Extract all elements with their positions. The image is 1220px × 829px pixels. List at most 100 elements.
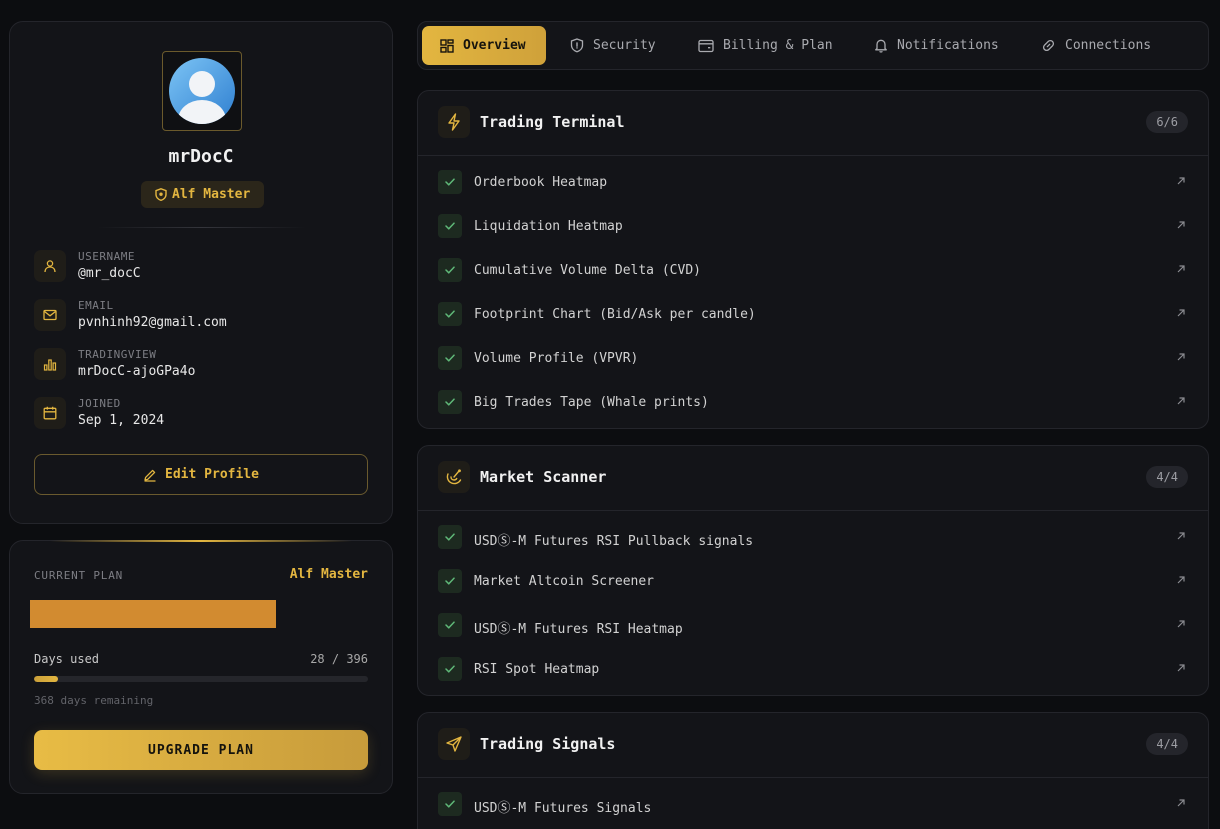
plan-banner [30, 600, 276, 628]
check-icon [438, 258, 462, 282]
external-link-icon[interactable] [1176, 352, 1186, 362]
avatar[interactable] [162, 51, 242, 131]
feature-row[interactable]: Footprint Chart (Bid/Ask per candle) [418, 288, 1208, 332]
section-count: 6/6 [1146, 111, 1188, 133]
info-value: Sep 1, 2024 [78, 413, 165, 428]
tab-label: Connections [1065, 38, 1152, 53]
days-progress-track [34, 676, 368, 682]
info-value: mrDocC-ajoGPa4o [78, 364, 196, 379]
lightning-icon [438, 106, 470, 138]
profile-divider [98, 227, 306, 228]
profile-display-name: mrDocC [168, 146, 234, 167]
feature-label: Footprint Chart (Bid/Ask per candle) [474, 307, 756, 322]
info-label: EMAIL [78, 299, 114, 312]
bell-icon [875, 39, 887, 53]
tab-bar: Overview Security Billing & Plan Notific… [417, 21, 1209, 70]
check-icon [438, 525, 462, 549]
feature-label: Orderbook Heatmap [474, 175, 608, 190]
feature-row[interactable]: Big Trades Tape (Whale prints) [418, 376, 1208, 420]
days-used-count: 28 / 396 [310, 652, 368, 666]
section-count: 4/4 [1146, 733, 1188, 755]
plan-card: CURRENT PLAN Alf Master Days used 28 / 3… [9, 540, 393, 794]
feature-label: USDⓈ-M Futures RSI Pullback signals [474, 534, 754, 549]
info-label: JOINED [78, 397, 121, 410]
wallet-icon [698, 39, 714, 52]
tab-label: Billing & Plan [723, 38, 833, 53]
tab-overview[interactable]: Overview [422, 26, 546, 65]
external-link-icon[interactable] [1176, 619, 1186, 629]
feature-label: Volume Profile (VPVR) [474, 351, 639, 366]
calendar-icon [34, 397, 66, 429]
feature-label: Market Altcoin Screener [474, 574, 655, 589]
feature-label: USDⓈ-M Futures RSI Heatmap [474, 622, 683, 637]
external-link-icon[interactable] [1176, 531, 1186, 541]
feature-row[interactable]: Liquidation Heatmap [418, 200, 1208, 244]
feature-label: RSI Spot Heatmap [474, 662, 600, 677]
days-progress-fill [34, 676, 58, 682]
section-header: Market Scanner 4/4 [418, 446, 1208, 511]
external-link-icon[interactable] [1176, 176, 1186, 186]
section-trading-signals: Trading Signals 4/4 USDⓈ-M Futures Signa… [417, 712, 1209, 829]
plan-glow [50, 540, 352, 542]
check-icon [438, 170, 462, 194]
check-icon [438, 569, 462, 593]
feature-label: USDⓈ-M Futures Signals [474, 801, 652, 816]
tab-billing-plan[interactable]: Billing & Plan [680, 26, 847, 65]
feature-row[interactable]: Volume Profile (VPVR) [418, 332, 1208, 376]
section-trading-terminal: Trading Terminal 6/6 Orderbook Heatmap L… [417, 90, 1209, 429]
feature-label: Cumulative Volume Delta (CVD) [474, 263, 701, 278]
feature-row[interactable]: USDⓈ-M Futures RSI Pullback signals [418, 511, 1208, 555]
check-icon [438, 792, 462, 816]
edit-profile-button[interactable]: Edit Profile [34, 454, 368, 495]
feature-label: Liquidation Heatmap [474, 219, 623, 234]
feature-row[interactable]: USDⓈ-M Futures RSI Heatmap [418, 599, 1208, 643]
upgrade-plan-button[interactable]: UPGRADE PLAN [34, 730, 368, 770]
radar-icon [438, 461, 470, 493]
days-remaining: 368 days remaining [34, 694, 154, 707]
mail-icon [34, 299, 66, 331]
feature-row[interactable]: USDⓈ-M Futures Signals [418, 778, 1208, 822]
bar-chart-icon [34, 348, 66, 380]
role-badge-label: Alf Master [172, 187, 251, 202]
section-title: Trading Signals [480, 735, 616, 753]
check-icon [438, 613, 462, 637]
avatar-user-icon [169, 58, 235, 124]
edit-profile-label: Edit Profile [165, 467, 259, 482]
info-label: USERNAME [78, 250, 135, 263]
grid-icon [440, 38, 454, 53]
tab-notifications[interactable]: Notifications [856, 26, 1013, 65]
pencil-icon [144, 469, 156, 482]
tab-label: Security [593, 38, 656, 53]
info-value: @mr_docC [78, 266, 141, 281]
send-icon [438, 728, 470, 760]
plan-name: Alf Master [289, 567, 368, 582]
external-link-icon[interactable] [1176, 663, 1186, 673]
feature-row[interactable]: RSI Spot Heatmap [418, 643, 1208, 687]
shield-icon [570, 38, 584, 53]
badge-shield-icon [155, 188, 167, 201]
tab-security[interactable]: Security [552, 26, 670, 65]
tab-connections[interactable]: Connections [1023, 26, 1165, 65]
section-title: Market Scanner [480, 468, 607, 486]
feature-row[interactable]: Cumulative Volume Delta (CVD) [418, 244, 1208, 288]
check-icon [438, 390, 462, 414]
external-link-icon[interactable] [1176, 220, 1186, 230]
feature-row[interactable]: Orderbook Heatmap [418, 156, 1208, 200]
external-link-icon[interactable] [1176, 798, 1186, 808]
check-icon [438, 302, 462, 326]
info-label: TRADINGVIEW [78, 348, 157, 361]
external-link-icon[interactable] [1176, 308, 1186, 318]
check-icon [438, 214, 462, 238]
section-count: 4/4 [1146, 466, 1188, 488]
user-icon [34, 250, 66, 282]
feature-row[interactable]: Market Altcoin Screener [418, 555, 1208, 599]
tab-label: Notifications [897, 38, 999, 53]
feature-label: Big Trades Tape (Whale prints) [474, 395, 709, 410]
days-used-label: Days used [34, 652, 100, 666]
external-link-icon[interactable] [1176, 575, 1186, 585]
profile-card: mrDocC Alf Master USERNAME @mr_docC EMAI… [9, 21, 393, 524]
external-link-icon[interactable] [1176, 396, 1186, 406]
role-badge: Alf Master [141, 181, 265, 208]
external-link-icon[interactable] [1176, 264, 1186, 274]
section-market-scanner: Market Scanner 4/4 USDⓈ-M Futures RSI Pu… [417, 445, 1209, 696]
